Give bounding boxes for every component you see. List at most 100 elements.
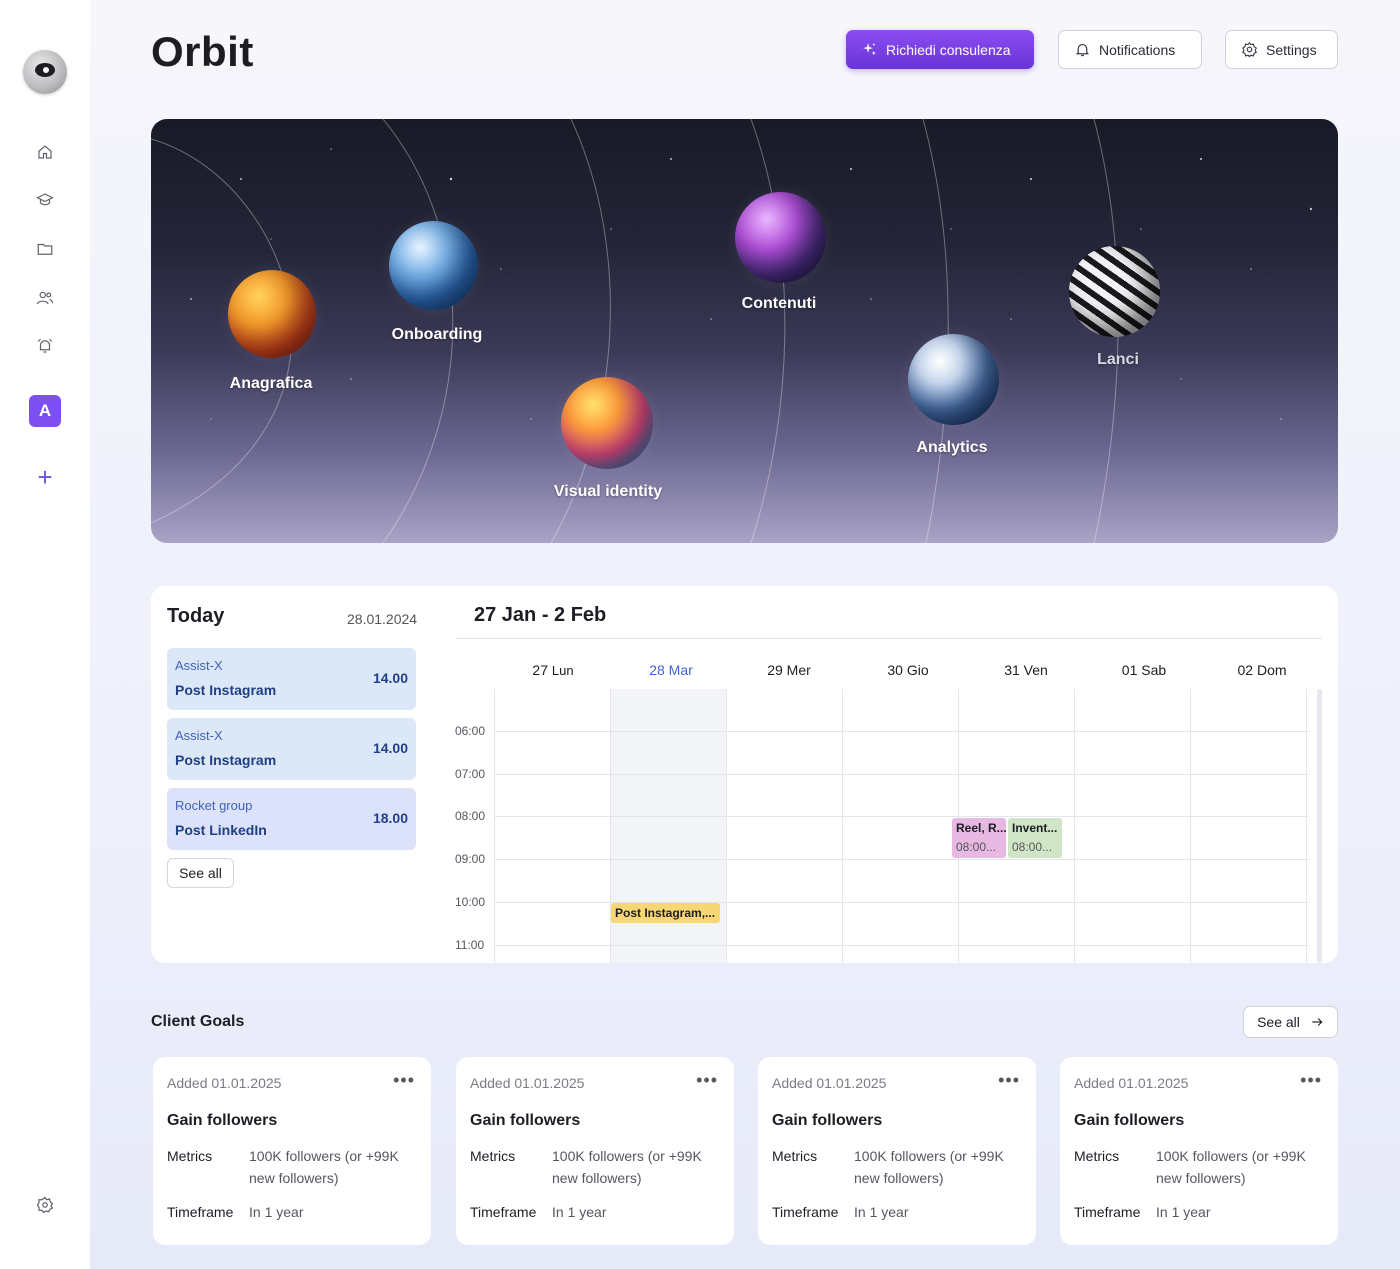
calendar-event-time: 08:00... [956, 840, 997, 854]
planet-label-lanci[interactable]: Lanci [1097, 351, 1139, 369]
workspace-badge[interactable]: A [29, 395, 61, 427]
goal-metrics-label: Metrics [470, 1148, 516, 1164]
time-label: 07:00 [455, 767, 486, 781]
goal-card[interactable]: Added 01.01.2025 ••• Gain followers Metr… [758, 1057, 1036, 1245]
goal-metrics-label: Metrics [167, 1148, 213, 1164]
time-label: 08:00 [455, 809, 486, 823]
consult-button[interactable]: Richiedi consulenza [846, 30, 1034, 69]
calendar-event-title: Post Instagram,... [615, 906, 716, 920]
see-all-label: See all [1257, 1014, 1300, 1030]
planet-visual-identity[interactable] [561, 377, 653, 469]
more-options-icon[interactable]: ••• [998, 1071, 1020, 1089]
settings-button[interactable]: Settings [1225, 30, 1338, 69]
time-label: 06:00 [455, 724, 486, 738]
sparkles-icon [863, 43, 876, 56]
planet-label-analytics[interactable]: Analytics [916, 439, 987, 457]
planet-label-contenuti[interactable]: Contenuti [742, 295, 817, 313]
goal-name: Gain followers [470, 1112, 581, 1129]
folder-icon[interactable] [34, 238, 56, 260]
goal-added-date: Added 01.01.2025 [772, 1075, 887, 1091]
goal-timeframe-value: In 1 year [249, 1204, 304, 1220]
goal-card[interactable]: Added 01.01.2025 ••• Gain followers Metr… [153, 1057, 431, 1245]
event-time: 14.00 [372, 670, 408, 686]
day-header[interactable]: 30 Gio [887, 662, 928, 678]
day-number: 01 [1121, 662, 1138, 678]
home-icon[interactable] [34, 141, 56, 163]
today-event[interactable]: Rocket group Post LinkedIn 18.00 [167, 788, 416, 850]
consult-label: Richiedi consulenza [886, 41, 1011, 58]
users-icon[interactable] [34, 287, 56, 309]
today-see-all-button[interactable]: See all [167, 858, 234, 888]
more-options-icon[interactable]: ••• [1300, 1071, 1322, 1089]
add-workspace-icon[interactable]: + [34, 464, 56, 490]
day-header-active[interactable]: 28 Mar [649, 662, 693, 678]
planet-label-onboarding[interactable]: Onboarding [392, 326, 483, 344]
day-number: 29 [767, 662, 783, 678]
client-goals-title: Client Goals [151, 1013, 245, 1030]
grid-line [494, 774, 1308, 775]
day-name: Mar [668, 662, 693, 678]
day-name: Ven [1023, 662, 1048, 678]
planet-label-visual-identity[interactable]: Visual identity [554, 483, 662, 501]
goal-metrics-label: Metrics [772, 1148, 818, 1164]
today-event[interactable]: Assist-X Post Instagram 14.00 [167, 718, 416, 780]
planet-lanci[interactable] [1069, 246, 1160, 337]
day-header[interactable]: 01 Sab [1122, 662, 1166, 678]
planet-contenuti[interactable] [735, 192, 826, 283]
day-header[interactable]: 02 Dom [1237, 662, 1286, 678]
goal-name: Gain followers [1074, 1112, 1185, 1129]
time-label: 11:00 [455, 938, 485, 952]
more-options-icon[interactable]: ••• [393, 1071, 415, 1089]
goal-timeframe-value: In 1 year [854, 1204, 909, 1220]
day-header[interactable]: 31 Ven [1004, 662, 1048, 678]
goal-timeframe-value: In 1 year [1156, 1204, 1211, 1220]
grid-line [494, 945, 1308, 946]
calendar-event-title: Reel, R... [956, 821, 1006, 835]
goal-added-date: Added 01.01.2025 [470, 1075, 585, 1091]
settings-gear-icon [1242, 41, 1257, 58]
day-name: Sab [1141, 662, 1167, 678]
day-name: Gio [906, 662, 929, 678]
planet-analytics[interactable] [908, 334, 999, 425]
goal-metrics-value: 100K followers (or +99K new followers) [854, 1148, 1004, 1186]
alarm-icon[interactable] [34, 335, 56, 357]
event-time: 18.00 [372, 810, 408, 826]
calendar-scrollbar[interactable] [1317, 689, 1322, 963]
goal-card[interactable]: Added 01.01.2025 ••• Gain followers Metr… [1060, 1057, 1338, 1245]
day-header[interactable]: 27 Lun [532, 662, 573, 678]
day-number: 02 [1237, 662, 1254, 678]
planet-label-anagrafica[interactable]: Anagrafica [230, 375, 313, 393]
planet-onboarding[interactable] [389, 221, 478, 310]
goal-timeframe-value: In 1 year [552, 1204, 607, 1220]
arrow-right-icon [1312, 1018, 1323, 1026]
grid-line [494, 859, 1308, 860]
day-number: 27 [532, 662, 548, 678]
calendar-event-title: Invent... [1012, 821, 1058, 835]
page-title: Orbit [151, 28, 254, 75]
graduation-cap-icon[interactable] [34, 189, 56, 211]
goal-card[interactable]: Added 01.01.2025 ••• Gain followers Metr… [456, 1057, 734, 1245]
week-grid[interactable]: Reel, R... 08:00... Invent... 08:00... P… [494, 689, 1308, 963]
grid-line [494, 816, 1308, 817]
goals-see-all-button[interactable]: See all [1243, 1006, 1338, 1038]
goal-added-date: Added 01.01.2025 [1074, 1075, 1189, 1091]
goal-metrics-value: 100K followers (or +99K new followers) [552, 1148, 702, 1186]
today-event[interactable]: Assist-X Post Instagram 14.00 [167, 648, 416, 710]
day-header[interactable]: 29 Mer [767, 662, 811, 678]
avatar[interactable] [23, 50, 67, 94]
settings-label: Settings [1266, 41, 1317, 58]
calendar-event[interactable]: Reel, R... 08:00... [952, 818, 1006, 858]
more-options-icon[interactable]: ••• [696, 1071, 718, 1089]
notifications-button[interactable]: Notifications [1058, 30, 1202, 69]
time-label: 09:00 [455, 852, 486, 866]
week-divider [455, 638, 1322, 639]
calendar-card: Today 28.01.2024 Assist-X Post Instagram… [151, 586, 1338, 963]
today-date: 28.01.2024 [347, 611, 418, 627]
calendar-event[interactable]: Post Instagram,... [611, 903, 720, 923]
calendar-event-time: 08:00... [1012, 840, 1053, 854]
avatar-eye [35, 63, 55, 77]
planet-anagrafica[interactable] [228, 270, 316, 358]
notifications-label: Notifications [1099, 41, 1176, 58]
gear-icon[interactable] [34, 1194, 56, 1216]
calendar-event[interactable]: Invent... 08:00... [1008, 818, 1062, 858]
